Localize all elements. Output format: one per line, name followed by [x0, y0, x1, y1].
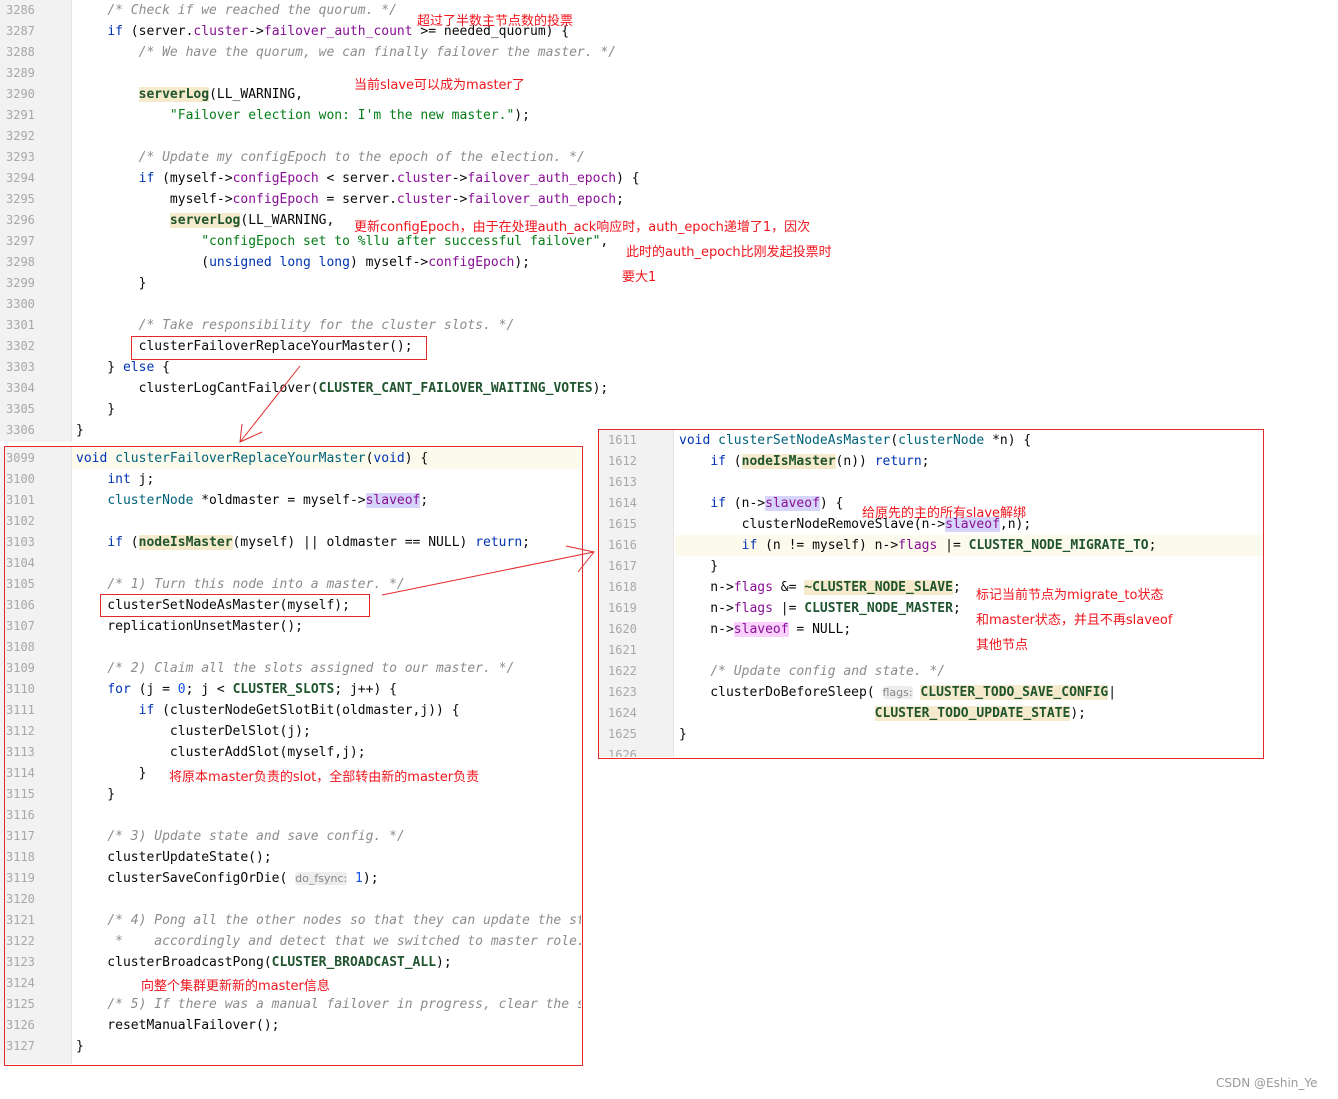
annotation-update-epoch-1: 更新configEpoch，由于在处理auth_ack响应时，auth_epoc… — [354, 220, 811, 235]
annotation-broadcast: 向整个集群更新新的master信息 — [141, 979, 330, 994]
arrowhead-2 — [565, 545, 595, 573]
annotation-mark-3: 其他节点 — [976, 638, 1029, 653]
annotation-unbind: 给原先的主的所有slave解绑 — [862, 506, 1027, 521]
annotation-can-be-master: 当前slave可以成为master了 — [354, 78, 525, 93]
annotation-update-epoch-3: 要大1 — [622, 270, 657, 285]
annotation-update-epoch-2: 此时的auth_epoch比刚发起投票时 — [626, 245, 832, 260]
arrowhead-1 — [239, 423, 263, 443]
annotation-slots: 将原本master负责的slot，全部转由新的master负责 — [169, 770, 480, 785]
annotation-quorum: 超过了半数主节点数的投票 — [417, 14, 574, 29]
arrow-to-replace-function — [239, 365, 301, 443]
annotation-mark-2: 和master状态，并且不再slaveof — [976, 613, 1173, 628]
arrows — [239, 365, 595, 596]
arrow-to-set-master-function — [381, 551, 595, 596]
watermark: CSDN @Eshin_Ye — [1216, 1076, 1318, 1090]
annotation-mark-1: 标记当前节点为migrate_to状态 — [976, 588, 1164, 603]
